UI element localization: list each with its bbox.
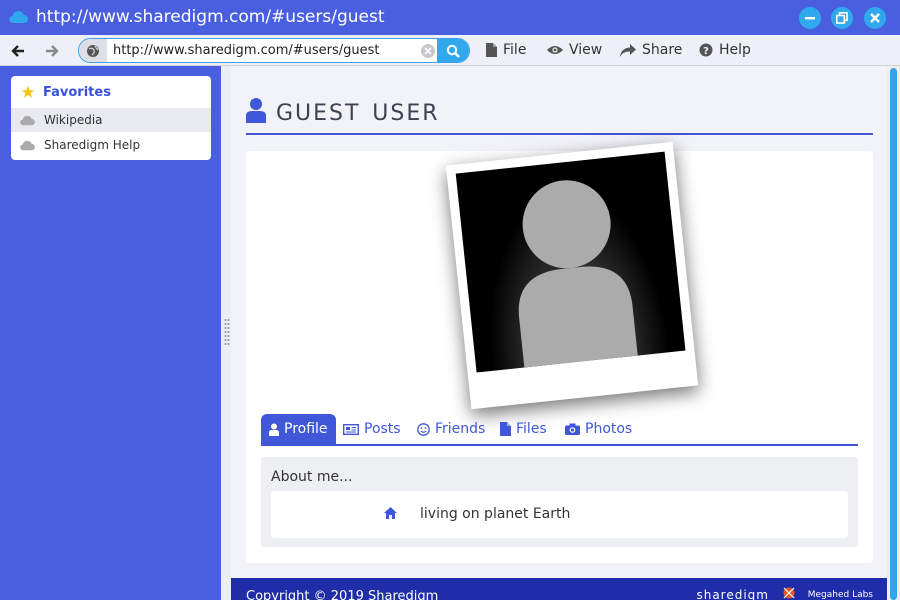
company-name[interactable]: Megahed Labs <box>808 590 873 600</box>
cloud-icon <box>20 140 35 150</box>
scrollbar-thumb[interactable] <box>890 68 897 600</box>
url-input[interactable] <box>109 40 439 61</box>
newspaper-icon <box>343 423 359 435</box>
globe-icon <box>79 39 107 62</box>
tab-friends[interactable]: Friends <box>409 414 493 444</box>
forward-button[interactable] <box>42 41 62 61</box>
search-button[interactable] <box>437 39 469 62</box>
about-text: living on planet Earth <box>420 506 571 522</box>
browser-toolbar: File View Share ? Help <box>0 35 900 66</box>
tab-friends-label: Friends <box>435 421 486 437</box>
favorites-header[interactable]: Favorites <box>11 76 211 108</box>
window-titlebar: http://www.sharedigm.com/#users/guest <box>0 0 900 35</box>
about-section: About me... living on planet Earth <box>261 457 858 547</box>
camera-icon <box>565 423 580 435</box>
favorite-item-wikipedia[interactable]: Wikipedia <box>11 108 211 132</box>
star-icon <box>21 85 35 98</box>
favorites-panel: Favorites Wikipedia Sharedigm Help <box>11 76 211 160</box>
svg-text:?: ? <box>703 46 709 57</box>
window-title: http://www.sharedigm.com/#users/guest <box>36 7 385 27</box>
about-item: living on planet Earth <box>271 491 848 538</box>
menu-file[interactable]: File <box>486 42 526 58</box>
user-icon <box>269 423 279 436</box>
help-icon: ? <box>699 43 713 57</box>
megahed-labs-logo-icon <box>783 587 795 599</box>
cloud-icon <box>20 115 35 125</box>
menu-file-label: File <box>503 42 527 58</box>
cloud-icon <box>9 11 28 24</box>
maximize-button[interactable] <box>831 7 853 29</box>
favorites-title: Favorites <box>43 84 111 100</box>
clear-icon <box>424 47 432 55</box>
tab-posts-label: Posts <box>364 421 401 437</box>
address-bar <box>78 38 470 63</box>
heading-divider <box>246 133 873 135</box>
menu-help-label: Help <box>719 42 751 58</box>
main-content: Guest User Profile Posts Friends <box>231 66 887 600</box>
clear-url-button[interactable] <box>421 44 435 58</box>
avatar-silhouette-icon <box>518 180 638 368</box>
copyright-text: Copyright © 2019 Sharedigm <box>246 589 439 600</box>
file-icon <box>486 43 497 57</box>
profile-photo[interactable] <box>445 141 699 410</box>
favorite-item-label: Wikipedia <box>44 113 103 127</box>
search-icon <box>446 44 460 58</box>
favorite-item-label: Sharedigm Help <box>44 138 141 152</box>
back-button[interactable] <box>8 41 28 61</box>
eye-icon <box>547 46 563 54</box>
menu-share[interactable]: Share <box>620 42 682 58</box>
minus-icon <box>805 17 815 20</box>
menu-view-label: View <box>569 42 603 58</box>
tab-posts[interactable]: Posts <box>335 414 409 444</box>
share-icon <box>620 43 636 57</box>
sidebar: Favorites Wikipedia Sharedigm Help <box>0 66 221 600</box>
resize-handle[interactable] <box>224 318 230 348</box>
brand-logo[interactable]: sharedigm <box>696 588 769 600</box>
tab-files-label: Files <box>516 421 547 437</box>
user-icon <box>246 98 266 123</box>
avatar <box>455 151 686 373</box>
arrow-left-icon <box>11 45 24 57</box>
tab-files[interactable]: Files <box>492 414 555 444</box>
tab-profile[interactable]: Profile <box>261 414 336 444</box>
restore-icon <box>836 12 848 24</box>
tab-photos-label: Photos <box>585 421 633 437</box>
profile-tabs: Profile Posts Friends Files Photos <box>261 414 858 446</box>
home-icon <box>384 507 397 519</box>
file-icon <box>500 422 511 436</box>
tab-photos[interactable]: Photos <box>557 414 640 444</box>
menu-share-label: Share <box>642 42 683 58</box>
tab-profile-label: Profile <box>284 421 328 437</box>
close-button[interactable] <box>864 7 886 29</box>
favorite-item-sharedigm-help[interactable]: Sharedigm Help <box>11 133 211 157</box>
profile-card: Profile Posts Friends Files Photos About… <box>246 141 873 563</box>
about-label: About me... <box>271 469 353 485</box>
menu-help[interactable]: ? Help <box>699 42 751 58</box>
close-icon <box>870 13 880 23</box>
page-heading: Guest User <box>246 92 440 128</box>
arrow-right-icon <box>46 45 59 57</box>
smile-icon <box>417 422 430 436</box>
minimize-button[interactable] <box>799 7 821 29</box>
menu-view[interactable]: View <box>547 42 602 58</box>
page-footer: Copyright © 2019 Sharedigm sharedigm Meg… <box>231 578 887 600</box>
page-title: Guest User <box>276 92 440 128</box>
main-scrollbar[interactable] <box>887 66 900 600</box>
